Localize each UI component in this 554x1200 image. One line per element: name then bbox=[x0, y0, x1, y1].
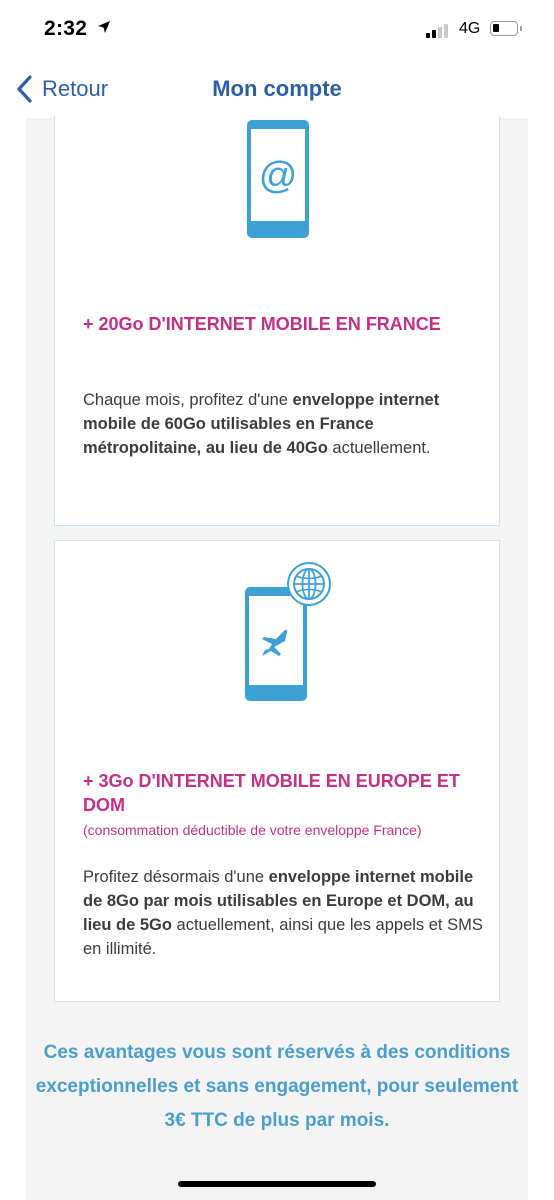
offer-title: + 3Go D'INTERNET MOBILE EN EUROPE ET DOM bbox=[83, 771, 460, 815]
offer-card-europe: + 3Go D'INTERNET MOBILE EN EUROPE ET DOM… bbox=[54, 540, 500, 1002]
home-indicator[interactable] bbox=[178, 1181, 376, 1187]
offer-description: Profitez désormais d'une enveloppe inter… bbox=[83, 868, 483, 958]
status-time: 2:32 bbox=[44, 17, 111, 41]
offer-title: + 20Go D'INTERNET MOBILE EN FRANCE bbox=[83, 314, 441, 334]
status-bar: 2:32 4G bbox=[0, 0, 554, 62]
offer-card-france: @ + 20Go D'INTERNET MOBILE EN FRANCE Cha… bbox=[54, 116, 500, 526]
offer-note: (consommation déductible de votre envelo… bbox=[83, 822, 422, 838]
battery-icon bbox=[490, 21, 522, 36]
svg-text:@: @ bbox=[259, 155, 298, 197]
status-time-label: 2:32 bbox=[44, 17, 88, 40]
offer-description: Chaque mois, profitez d'une enveloppe in… bbox=[83, 391, 440, 457]
phone-plane-globe-icon bbox=[245, 562, 331, 701]
content-area[interactable]: @ + 20Go D'INTERNET MOBILE EN FRANCE Cha… bbox=[26, 116, 528, 1200]
location-arrow-icon bbox=[98, 21, 111, 33]
offer-conditions-text: Ces avantages vous sont réservés à des c… bbox=[35, 1042, 519, 1131]
navigation-bar: Retour Mon compte bbox=[0, 62, 554, 118]
phone-at-icon: @ bbox=[247, 120, 309, 238]
network-type: 4G bbox=[459, 20, 481, 37]
signal-strength-icon bbox=[426, 22, 452, 38]
page-title: Mon compte bbox=[212, 76, 342, 101]
